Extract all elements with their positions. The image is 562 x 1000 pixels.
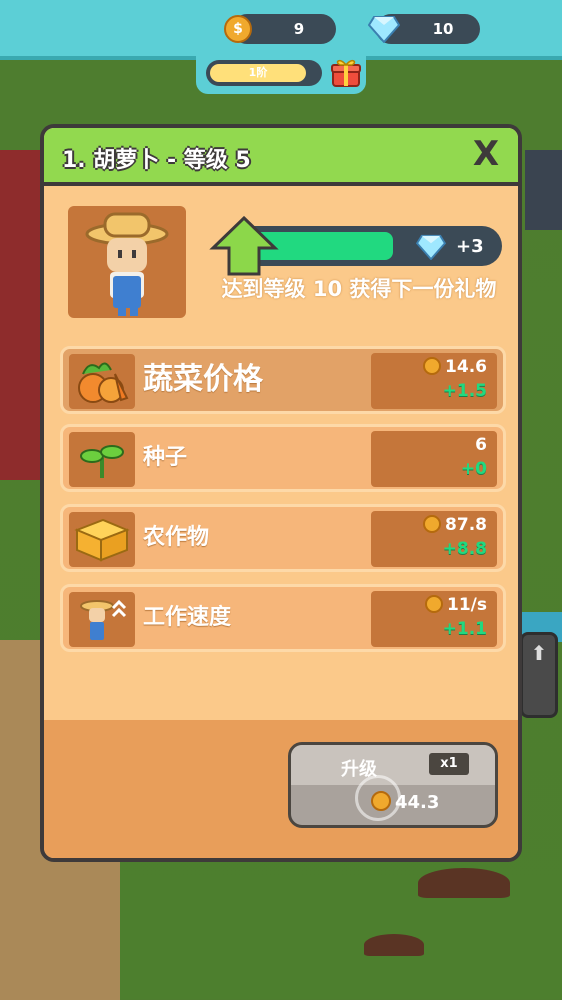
stat-row: 蔬菜价格 14.6 +1.5: [60, 346, 506, 414]
stat-value: 11/s: [425, 595, 487, 615]
dialog-title: 1. 胡萝卜 - 等级 5: [62, 148, 251, 173]
stat-value-text: 11/s: [447, 595, 487, 615]
top-hud: $ 9 10: [0, 0, 562, 60]
dirt-mound: [418, 868, 510, 898]
stat-row: 种子 6 +0: [60, 424, 506, 492]
coin-icon: $: [224, 15, 252, 43]
stat-value-text: 87.8: [445, 515, 487, 535]
stat-value: 87.8: [423, 515, 487, 535]
stat-label: 工作速度: [143, 605, 232, 630]
stat-values: 11/s +1.1: [371, 591, 497, 647]
sprout-icon: [69, 432, 135, 487]
gem-icon: [368, 16, 400, 43]
coin-icon: [371, 791, 391, 811]
dirt-mound: [364, 934, 424, 956]
dialog-header: 1. 胡萝卜 - 等级 5 X: [44, 128, 518, 186]
coin-icon: [423, 357, 442, 375]
side-upgrade-button[interactable]: ⬆: [520, 632, 558, 718]
up-arrow-icon: ⬆: [530, 641, 548, 665]
stat-bonus: +1.5: [442, 381, 487, 401]
stat-value-text: 6: [475, 435, 487, 455]
upgrade-cost-value: 44.3: [395, 792, 440, 813]
multiplier-toggle[interactable]: x1: [429, 753, 469, 775]
stat-values: 14.6 +1.5: [371, 353, 497, 409]
stat-bonus: +0: [460, 459, 487, 479]
gem-reward-amount: +3: [456, 236, 484, 257]
stat-values: 6 +0: [371, 431, 497, 487]
warehouse-building: [525, 150, 562, 230]
coin-icon: [425, 595, 443, 613]
stat-value: 14.6: [423, 357, 487, 377]
close-button[interactable]: X: [468, 136, 504, 172]
stat-value: 6: [475, 435, 487, 455]
coin-counter: $ 9: [224, 14, 336, 44]
upgrade-cost: 44.3: [371, 791, 439, 813]
stat-label: 种子: [143, 445, 188, 470]
gem-counter: 10: [368, 14, 480, 44]
coin-icon: [423, 515, 442, 533]
stat-values: 87.8 +8.8: [371, 511, 497, 567]
coin-count: 9: [293, 20, 305, 38]
stat-row: 工作速度 11/s +1.1: [60, 584, 506, 652]
upgrade-button[interactable]: 升级 x1 44.3: [288, 742, 498, 828]
stat-bonus: +8.8: [442, 539, 487, 559]
gift-icon[interactable]: [330, 56, 362, 88]
stat-value-text: 14.6: [445, 357, 487, 377]
stage-panel: 1阶: [196, 52, 366, 94]
farmer-avatar: [68, 206, 186, 318]
level-up-arrow-icon: [209, 216, 279, 276]
stat-bonus: +1.1: [442, 619, 487, 639]
gem-icon: [416, 234, 446, 260]
farmer-icon: [85, 212, 169, 316]
vegetables-icon: [69, 354, 135, 409]
farmer-speed-icon: [69, 592, 135, 647]
gem-reward: +3: [416, 232, 506, 262]
stat-label: 农作物: [143, 525, 210, 550]
gem-count: 10: [432, 20, 454, 38]
hay-bale-icon: [69, 512, 135, 567]
next-gift-text: 达到等级 10 获得下一份礼物: [221, 277, 497, 301]
stat-label: 蔬菜价格: [143, 362, 263, 397]
stat-row: 农作物 87.8 +8.8: [60, 504, 506, 572]
stage-label: 1阶: [210, 64, 306, 82]
stage-progress-bar: 1阶: [206, 60, 322, 86]
